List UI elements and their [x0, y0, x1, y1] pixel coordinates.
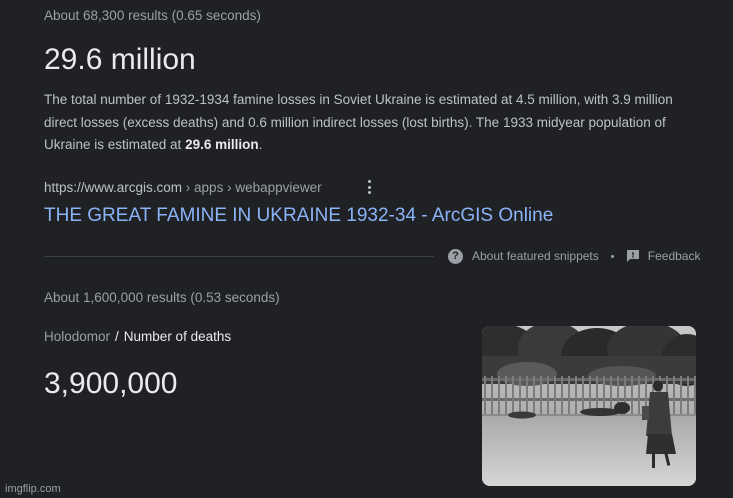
feedback-flag-icon	[626, 250, 639, 262]
snippet-highlight: 29.6 million	[185, 137, 259, 152]
more-options-icon[interactable]	[362, 178, 376, 196]
snippet-footer: ? About featured snippets Feedback	[448, 247, 700, 265]
featured-snippet-text: The total number of 1932-1934 famine los…	[44, 89, 689, 157]
divider	[44, 256, 434, 257]
breadcrumb-separator: /	[115, 329, 119, 344]
snippet-end: .	[258, 137, 263, 152]
separator-dot	[610, 254, 614, 258]
feedback-link[interactable]: Feedback	[626, 249, 701, 263]
knowledge-answer: 3,900,000	[44, 367, 178, 400]
first-results-stats: About 68,300 results (0.65 seconds)	[44, 8, 261, 23]
second-results-stats: About 1,600,000 results (0.53 seconds)	[44, 290, 280, 305]
feedback-label: Feedback	[647, 249, 701, 263]
result-photo[interactable]	[482, 326, 696, 486]
result-title-link[interactable]: THE GREAT FAMINE IN UKRAINE 1932-34 - Ar…	[44, 205, 553, 227]
source-domain: https://www.arcgis.com	[44, 180, 183, 195]
question-circle-icon: ?	[448, 248, 463, 264]
snippet-body: The total number of 1932-1934 famine los…	[44, 92, 673, 152]
imgflip-watermark: imgflip.com	[5, 483, 61, 495]
featured-answer: 29.6 million	[44, 43, 196, 76]
source-path: › apps › webappviewer	[182, 180, 322, 195]
about-snippets-label: About featured snippets	[472, 249, 599, 263]
dot	[367, 185, 371, 189]
about-featured-snippets-link[interactable]: ? About featured snippets	[448, 248, 599, 264]
breadcrumb-parent[interactable]: Holodomor	[44, 329, 110, 344]
dot	[367, 191, 371, 194]
breadcrumb: Holodomor / Number of deaths	[44, 329, 231, 344]
dot	[367, 180, 371, 183]
source-url[interactable]: https://www.arcgis.com › apps › webappvi…	[44, 180, 322, 195]
breadcrumb-current: Number of deaths	[123, 329, 232, 344]
street-photo-image	[482, 326, 696, 486]
